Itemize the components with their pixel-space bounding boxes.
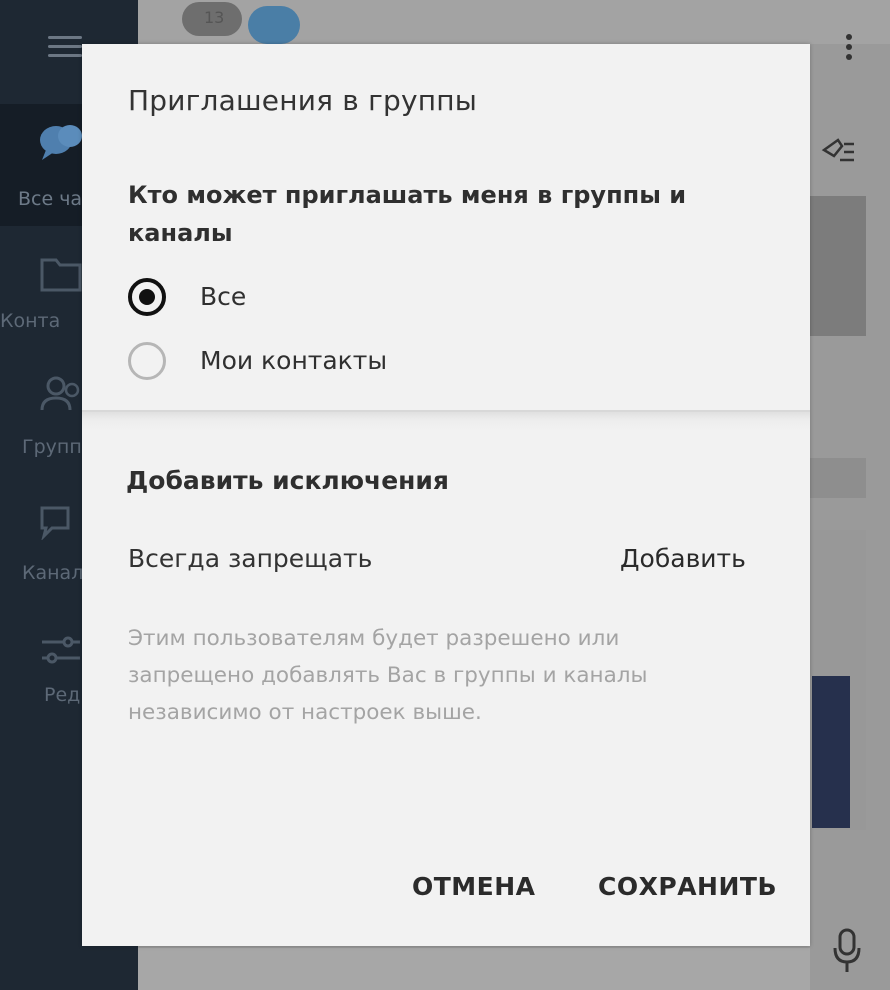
hint-text: Этим пользователям будет разрешено или з… <box>128 626 648 725</box>
sidebar-item-label: Все ча <box>18 188 83 210</box>
message-input[interactable] <box>90 948 810 990</box>
section-divider <box>82 410 810 432</box>
channel-icon <box>40 506 70 540</box>
option-label: Все <box>200 282 247 311</box>
option-label: Мои контакты <box>200 346 388 375</box>
microphone-icon[interactable] <box>832 928 862 974</box>
sidebar-item-label: Ред <box>44 684 81 706</box>
option-everyone[interactable]: Все <box>126 276 526 320</box>
section-heading: Кто может приглашать меня в группы и кан… <box>128 181 687 247</box>
sidebar-item-label: Канал <box>22 562 84 584</box>
dialog-title: Приглашения в группы <box>128 84 478 117</box>
media-thumbnail <box>810 196 866 336</box>
more-options-icon[interactable] <box>846 34 854 64</box>
always-deny-label: Всегда запрещать <box>128 544 373 573</box>
avatar-badge-count: 13 <box>204 8 225 27</box>
avatar[interactable]: 13 <box>182 2 242 36</box>
save-button[interactable]: СОХРАНИТЬ <box>598 872 777 901</box>
exceptions-heading: Добавить исключения <box>126 466 449 495</box>
add-exception-button[interactable]: Добавить <box>620 544 746 573</box>
radio-unchecked-icon[interactable] <box>128 342 166 380</box>
sliders-icon <box>42 636 80 664</box>
sidebar-item-label: Конта <box>0 310 61 332</box>
media-thumbnail <box>812 676 850 828</box>
cancel-button[interactable]: ОТМЕНА <box>412 872 536 901</box>
option-my-contacts[interactable]: Мои контакты <box>126 340 526 384</box>
pin-icon[interactable] <box>820 136 856 164</box>
group-invites-dialog: Приглашения в группы Кто может приглашат… <box>82 44 810 946</box>
folder-icon <box>40 258 82 292</box>
radio-checked-icon[interactable] <box>128 278 166 316</box>
media-thumbnail <box>810 458 866 498</box>
avatar[interactable] <box>248 6 300 44</box>
menu-icon[interactable] <box>48 36 82 58</box>
people-icon <box>40 376 80 411</box>
chat-bubbles-icon <box>40 125 82 160</box>
